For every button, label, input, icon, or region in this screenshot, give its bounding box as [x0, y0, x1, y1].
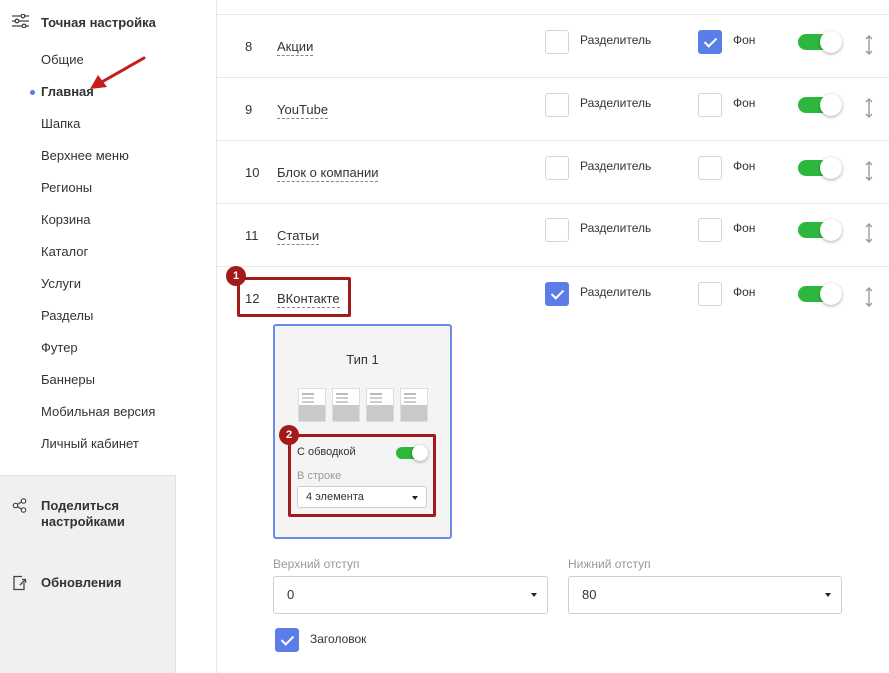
table-row: 10 Блок о компании Разделитель Фон	[217, 141, 889, 204]
background-checkbox[interactable]	[698, 218, 722, 242]
chevron-down-icon	[531, 593, 537, 597]
updates-label: Обновления	[41, 575, 122, 590]
sliders-icon	[12, 13, 29, 31]
background-label: Фон	[733, 33, 756, 47]
divider-label: Разделитель	[580, 159, 652, 173]
divider-checkbox[interactable]	[545, 282, 569, 306]
preview-thumb	[366, 388, 394, 422]
share-icon	[12, 498, 27, 516]
row-number: 12	[245, 291, 260, 306]
background-checkbox[interactable]	[698, 93, 722, 117]
sidebar-item-footer[interactable]: Футер	[41, 338, 155, 370]
update-icon	[12, 575, 27, 594]
drag-handle-icon[interactable]	[864, 97, 874, 119]
sidebar-item-top-menu[interactable]: Верхнее меню	[41, 146, 155, 178]
row-number: 10	[245, 165, 260, 180]
background-checkbox[interactable]	[698, 282, 722, 306]
type-preview	[298, 388, 428, 422]
annotation-badge-1: 1	[226, 266, 246, 286]
annotation-arrow	[90, 56, 146, 89]
main-content: 8 Акции Разделитель Фон 9 YouTube Раздел…	[217, 0, 889, 673]
table-row: 9 YouTube Разделитель Фон	[217, 78, 889, 141]
background-label: Фон	[733, 285, 756, 299]
drag-handle-icon[interactable]	[864, 286, 874, 308]
sidebar-header[interactable]: Точная настройка	[12, 13, 156, 31]
outline-label: С обводкой	[297, 446, 356, 458]
bottom-padding-value: 80	[582, 587, 597, 602]
top-padding-label: Верхний отступ	[273, 557, 360, 571]
top-padding-value: 0	[287, 587, 295, 602]
outline-toggle[interactable]	[396, 445, 428, 461]
row-name-link[interactable]: YouTube	[277, 102, 329, 119]
header-checkbox[interactable]	[275, 628, 299, 652]
preview-thumb	[400, 388, 428, 422]
background-label: Фон	[733, 221, 756, 235]
preview-thumb	[298, 388, 326, 422]
preview-thumb	[332, 388, 360, 422]
divider-checkbox[interactable]	[545, 30, 569, 54]
drag-handle-icon[interactable]	[864, 160, 874, 182]
sidebar-item-services[interactable]: Услуги	[41, 274, 155, 306]
block-enabled-toggle[interactable]	[798, 94, 842, 116]
sidebar-header-label: Точная настройка	[41, 15, 156, 30]
sidebar-item-regions[interactable]: Регионы	[41, 178, 155, 210]
sidebar: Точная настройка Общие Главная Шапка Вер…	[0, 0, 217, 673]
background-label: Фон	[733, 96, 756, 110]
type-card-1[interactable]: Тип 1 С обводкой В строке 4 элемента	[273, 324, 452, 539]
type-card-title: Тип 1	[346, 352, 379, 367]
divider-checkbox[interactable]	[545, 218, 569, 242]
chevron-down-icon	[412, 496, 418, 500]
block-enabled-toggle[interactable]	[798, 157, 842, 179]
row-number: 8	[245, 39, 253, 54]
sidebar-item-account[interactable]: Личный кабинет	[41, 434, 155, 466]
block-enabled-toggle[interactable]	[798, 31, 842, 53]
background-label: Фон	[733, 159, 756, 173]
per-row-select[interactable]: 4 элемента	[297, 486, 427, 508]
background-checkbox[interactable]	[698, 30, 722, 54]
top-padding-select[interactable]: 0	[273, 576, 548, 614]
bottom-padding-select[interactable]: 80	[568, 576, 842, 614]
annotation-badge-2: 2	[279, 425, 299, 445]
table-row: 8 Акции Разделитель Фон	[217, 15, 889, 78]
sidebar-bottom-panel: Поделиться настройками Обновления	[0, 475, 176, 673]
sidebar-item-mobile[interactable]: Мобильная версия	[41, 402, 155, 434]
divider-label: Разделитель	[580, 33, 652, 47]
divider-checkbox[interactable]	[545, 93, 569, 117]
sidebar-item-cart[interactable]: Корзина	[41, 210, 155, 242]
sidebar-item-banners[interactable]: Баннеры	[41, 370, 155, 402]
divider-label: Разделитель	[580, 221, 652, 235]
sidebar-menu: Общие Главная Шапка Верхнее меню Регионы…	[29, 50, 155, 466]
divider-label: Разделитель	[580, 285, 652, 299]
row-name-link[interactable]: ВКонтакте	[277, 291, 340, 308]
header-checkbox-label: Заголовок	[310, 632, 367, 646]
block-enabled-toggle[interactable]	[798, 219, 842, 241]
divider-checkbox[interactable]	[545, 156, 569, 180]
drag-handle-icon[interactable]	[864, 34, 874, 56]
sidebar-item-sections[interactable]: Разделы	[41, 306, 155, 338]
divider-label: Разделитель	[580, 96, 652, 110]
drag-handle-icon[interactable]	[864, 222, 874, 244]
row-number: 11	[245, 228, 259, 243]
updates-button[interactable]: Обновления	[12, 575, 151, 594]
row-number: 9	[245, 102, 253, 117]
share-settings-button[interactable]: Поделиться настройками	[12, 498, 151, 530]
bottom-padding-label: Нижний отступ	[568, 557, 651, 571]
row-name-link[interactable]: Статьи	[277, 228, 320, 245]
share-settings-label: Поделиться настройками	[41, 498, 125, 529]
per-row-label: В строке	[297, 470, 342, 482]
row-name-link[interactable]: Блок о компании	[277, 165, 379, 182]
per-row-value: 4 элемента	[306, 491, 364, 503]
chevron-down-icon	[825, 593, 831, 597]
block-enabled-toggle[interactable]	[798, 283, 842, 305]
background-checkbox[interactable]	[698, 156, 722, 180]
table-row: 11 Статьи Разделитель Фон	[217, 204, 889, 267]
sidebar-item-header[interactable]: Шапка	[41, 114, 155, 146]
sidebar-item-catalog[interactable]: Каталог	[41, 242, 155, 274]
row-name-link[interactable]: Акции	[277, 39, 314, 56]
